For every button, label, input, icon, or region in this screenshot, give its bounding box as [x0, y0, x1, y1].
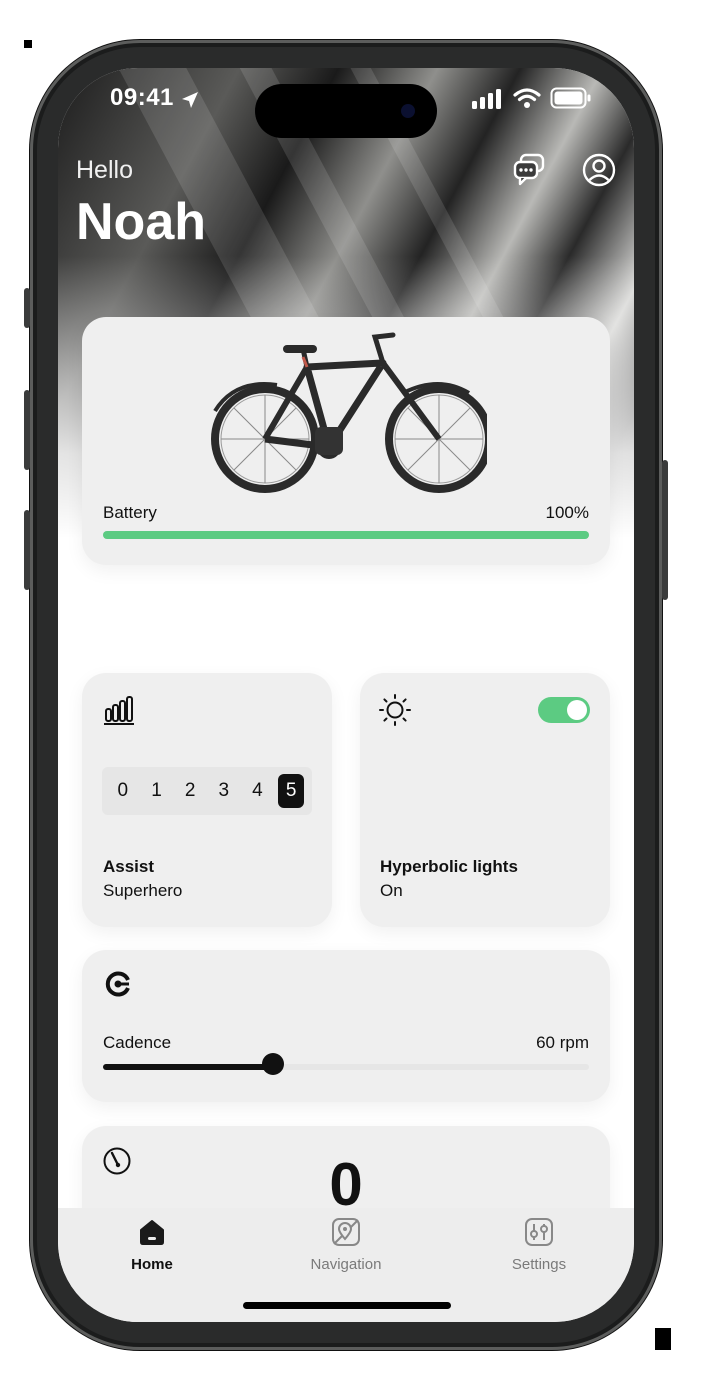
tab-label-navigation: Navigation	[310, 1256, 382, 1273]
wifi-icon	[513, 88, 541, 108]
battery-status-icon	[550, 87, 591, 109]
profile-icon[interactable]	[581, 152, 617, 188]
lights-value: On	[380, 881, 403, 900]
power-button	[662, 460, 668, 600]
sun-icon	[379, 694, 411, 726]
cadence-slider-fill	[103, 1064, 274, 1070]
status-time: 09:41	[110, 84, 174, 111]
volume-down-button	[24, 510, 30, 590]
home-indicator[interactable]	[243, 1302, 451, 1309]
location-arrow-icon	[182, 92, 198, 108]
assist-level-0[interactable]: 0	[110, 774, 136, 808]
cadence-slider-thumb[interactable]	[262, 1053, 285, 1075]
cadence-icon	[105, 971, 130, 997]
tab-label-home: Home	[131, 1256, 173, 1273]
lights-toggle-knob	[567, 700, 587, 720]
tab-home[interactable]: Home	[77, 1208, 227, 1288]
assist-level-4[interactable]: 4	[244, 774, 270, 808]
tab-label-settings: Settings	[511, 1256, 567, 1273]
corner-marker-top-left	[24, 40, 32, 48]
battery-progress-bar	[103, 531, 589, 539]
greeting-text: Hello	[76, 156, 133, 184]
dynamic-island	[255, 84, 437, 138]
sliders-icon	[525, 1218, 553, 1246]
assist-level-selector: 0 1 2 3 4 5	[102, 767, 312, 815]
assist-level-3[interactable]: 3	[211, 774, 237, 808]
tab-navigation[interactable]: Navigation	[271, 1208, 421, 1288]
user-name: Noah	[76, 193, 206, 251]
chat-icon[interactable]	[512, 152, 548, 188]
assist-level-5[interactable]: 5	[278, 774, 305, 808]
volume-up-button	[24, 390, 30, 470]
corner-marker-bottom-right	[655, 1328, 671, 1350]
assist-level-2[interactable]: 2	[177, 774, 203, 808]
battery-percent: 100%	[545, 503, 589, 522]
assist-value: Superhero	[103, 881, 183, 900]
lights-toggle[interactable]	[538, 697, 590, 723]
lights-card[interactable]: Hyperbolic lights On	[360, 673, 610, 927]
assist-title: Assist	[103, 857, 155, 876]
bar-chart-icon	[104, 696, 134, 725]
action-button	[24, 288, 30, 328]
battery-label: Battery	[103, 503, 157, 522]
cadence-card[interactable]: Cadence 60 rpm	[82, 950, 610, 1102]
bike-battery-card[interactable]: Battery 100%	[82, 317, 610, 565]
map-icon	[332, 1218, 360, 1246]
tab-settings[interactable]: Settings	[464, 1208, 614, 1288]
assist-level-1[interactable]: 1	[143, 774, 169, 808]
house-icon	[140, 1220, 164, 1245]
lights-title: Hyperbolic lights	[380, 857, 518, 876]
assist-card[interactable]: 0 1 2 3 4 5 Assist Superhero	[82, 673, 332, 927]
bike-image	[211, 332, 487, 493]
app-screen: 09:41 Hello Noah Battery 100% 0 1 2 3 4 …	[58, 68, 634, 1322]
cellular-signal-icon	[472, 89, 501, 109]
cadence-value: 60 rpm	[536, 1033, 589, 1052]
battery-progress-fill	[103, 531, 589, 539]
cadence-label: Cadence	[103, 1033, 172, 1052]
cadence-slider-track[interactable]	[103, 1064, 589, 1070]
